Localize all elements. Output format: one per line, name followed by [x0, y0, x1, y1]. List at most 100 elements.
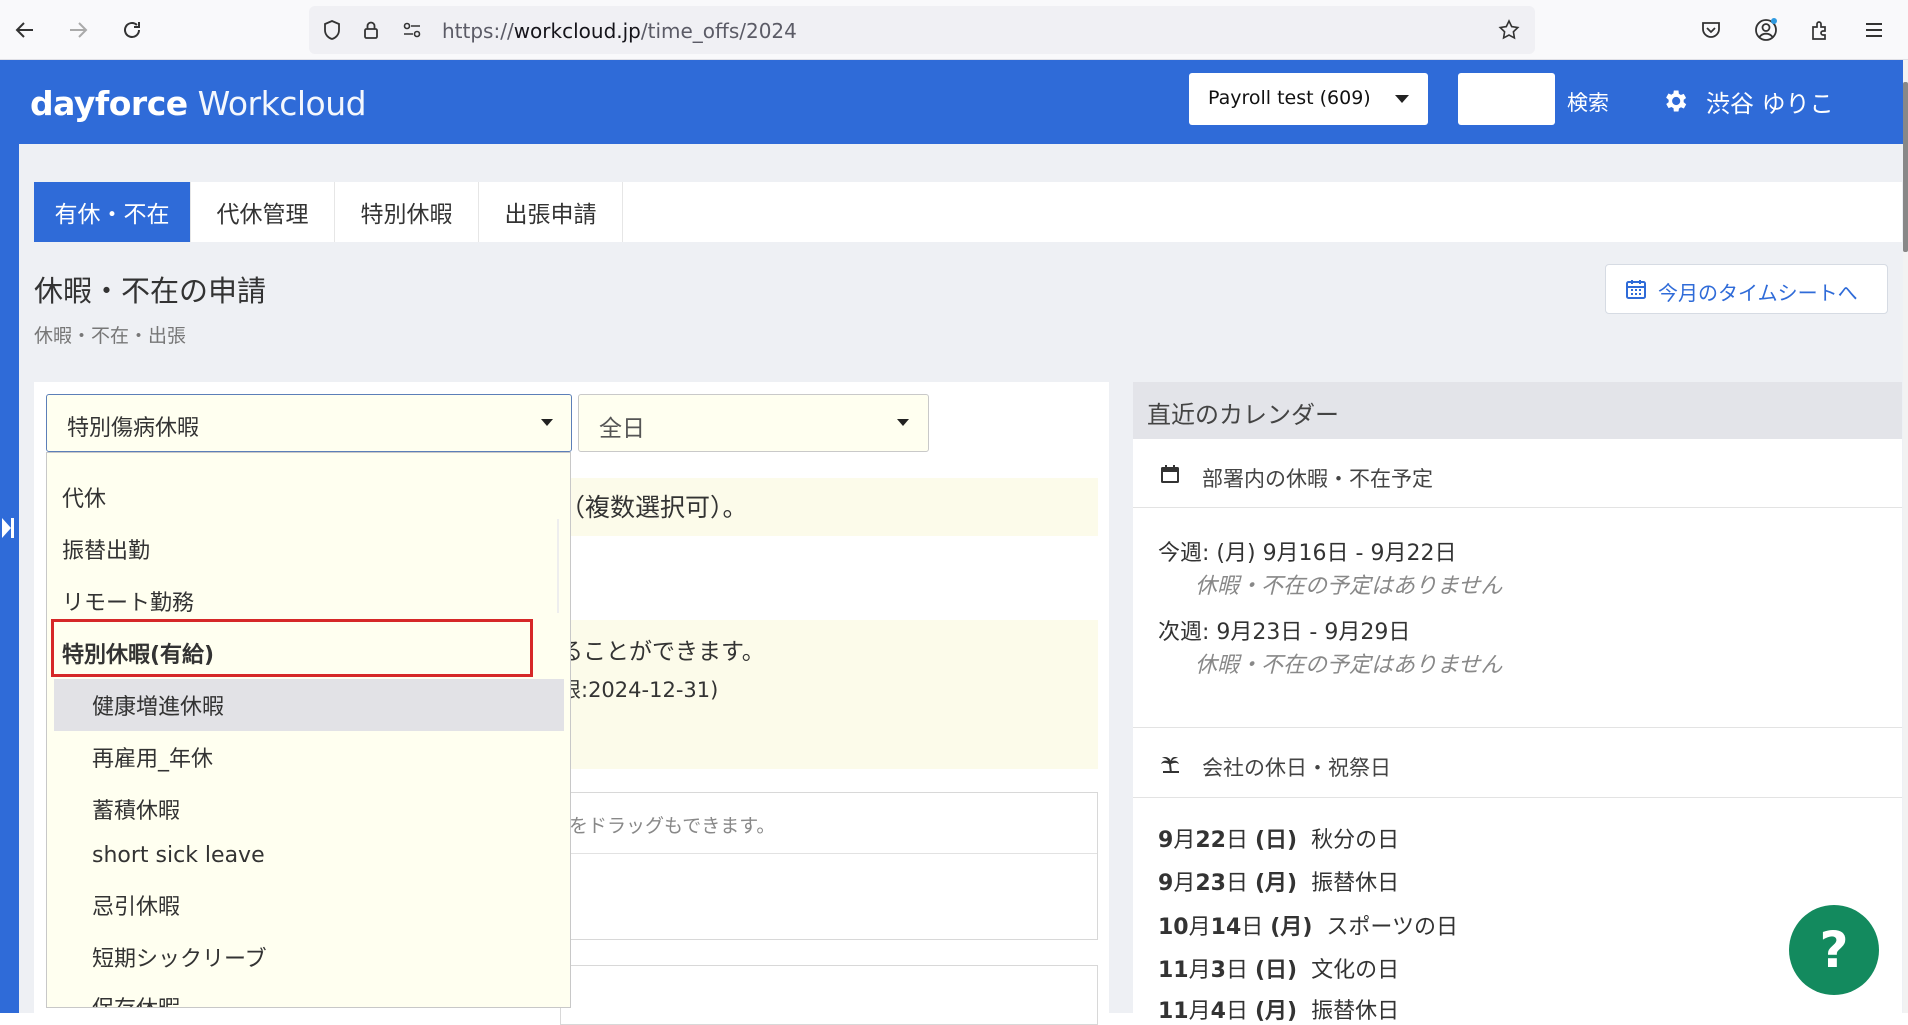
company-select-value: Payroll test (609) — [1208, 87, 1371, 109]
company-select[interactable]: Payroll test (609) — [1189, 73, 1428, 125]
help-question-icon: ? — [1819, 921, 1849, 979]
caret-down-icon — [897, 419, 909, 426]
holiday-day: 14 — [1210, 915, 1242, 940]
permissions-icon[interactable] — [400, 18, 424, 42]
tab-business-trip[interactable]: 出張申請 — [479, 182, 623, 242]
holiday-weekday: 月 — [1265, 871, 1288, 896]
this-week-range: 今週: (月) 9月16日 - 9月22日 — [1158, 541, 1457, 566]
breadcrumb: 休暇・不在・出張 — [34, 325, 187, 347]
tab-special-leave[interactable]: 特別休暇 — [335, 182, 479, 242]
tab-paid-leave[interactable]: 有休・不在 — [34, 182, 191, 242]
lock-icon[interactable] — [359, 18, 383, 42]
timesheet-button-label: 今月のタイムシートへ — [1658, 281, 1858, 305]
search-input[interactable] — [1458, 73, 1555, 125]
user-name[interactable]: 渋谷 ゆりこ — [1706, 84, 1834, 119]
holiday-weekday: 日 — [1265, 958, 1288, 983]
day-type-value: 全日 — [599, 416, 645, 442]
calendar-panel-header: 直近のカレンダー — [1133, 382, 1902, 439]
holiday-month: 9 — [1158, 871, 1174, 896]
next-week-range: 次週: 9月23日 - 9月29日 — [1158, 620, 1411, 645]
section-divider — [1133, 507, 1902, 508]
holiday-day: 4 — [1210, 999, 1226, 1024]
dropdown-item-label: 代休 — [62, 487, 107, 512]
dropdown-scrollbar[interactable] — [557, 519, 559, 613]
day-type-select[interactable]: 全日 — [578, 394, 929, 452]
drop-area-divider — [561, 853, 1097, 854]
logo-bold-text: dayforce — [30, 84, 188, 123]
calendar-panel-title: 直近のカレンダー — [1147, 401, 1339, 429]
forward-arrow-icon[interactable] — [62, 14, 94, 46]
holiday-month: 11 — [1158, 958, 1189, 983]
section-divider — [1133, 727, 1902, 728]
section-divider — [1133, 797, 1902, 798]
drop-hint-text: をドラッグもできます。 — [569, 815, 776, 837]
leave-type-dropdown[interactable]: 代休 振替出勤 リモート勤務 特別休暇(有給) 健康増進休暇 再雇用_年休 蓄積… — [46, 452, 571, 1008]
holiday-name: スポーツの日 — [1326, 915, 1458, 940]
dropdown-item-label: 保存休暇 — [92, 991, 180, 1007]
multi-select-note-text: （複数選択可）。 — [560, 493, 748, 522]
leave-type-value: 特別傷病休暇 — [67, 416, 200, 441]
dayforce-logo[interactable]: dayforce Workcloud — [30, 84, 367, 123]
holiday-day: 3 — [1210, 958, 1226, 983]
holiday-day: 22 — [1195, 828, 1226, 853]
extensions-icon[interactable] — [1804, 14, 1836, 46]
url-host: workcloud.jp — [513, 19, 641, 43]
next-week-empty: 休暇・不在の予定はありません — [1195, 653, 1503, 678]
holiday-name: 秋分の日 — [1311, 828, 1400, 853]
dropdown-item-label: 忌引休暇 — [92, 895, 181, 920]
url-bar[interactable]: https://workcloud.jp/time_offs/2024 — [309, 6, 1535, 54]
bookmark-star-icon[interactable] — [1497, 18, 1521, 42]
reload-icon[interactable] — [116, 14, 148, 46]
gear-icon[interactable] — [1661, 87, 1689, 115]
tab-bar: 有休・不在 代休管理 特別休暇 出張申請 — [34, 182, 1902, 242]
holiday-name: 振替休日 — [1311, 999, 1400, 1024]
app-header: dayforce Workcloud — [0, 60, 1908, 144]
sidebar-expand-icon[interactable] — [0, 512, 16, 544]
calendar-icon — [1626, 280, 1646, 299]
holiday-month: 10 — [1158, 915, 1189, 940]
help-button[interactable]: ? — [1789, 905, 1879, 995]
holiday-row: 9月22日 (日) 秋分の日 — [1158, 828, 1400, 853]
account-icon[interactable] — [1750, 14, 1782, 46]
logo-light-text: Workcloud — [187, 84, 367, 123]
holiday-name: 文化の日 — [1311, 958, 1400, 983]
timesheet-button[interactable]: 今月のタイムシートへ — [1605, 264, 1888, 314]
leave-type-select[interactable]: 特別傷病休暇 — [46, 394, 572, 452]
holiday-name: 振替休日 — [1311, 871, 1400, 896]
holiday-row: 11月3日 (日) 文化の日 — [1158, 958, 1400, 983]
dropdown-item-label: 振替出勤 — [62, 539, 151, 564]
hamburger-menu-icon[interactable] — [1858, 14, 1890, 46]
holiday-weekday: 日 — [1265, 828, 1288, 853]
back-arrow-icon[interactable] — [9, 14, 41, 46]
holiday-row: 11月4日 (月) 振替休日 — [1158, 999, 1400, 1024]
left-sidebar-strip — [0, 144, 19, 1013]
shield-icon[interactable] — [320, 18, 344, 42]
this-week-empty: 休暇・不在の予定はありません — [1195, 574, 1503, 599]
url-path: /time_offs/2024 — [640, 19, 797, 43]
page-title: 休暇・不在の申請 — [34, 274, 267, 308]
caret-down-icon — [541, 419, 553, 426]
calendar-icon — [1161, 465, 1179, 483]
holiday-month: 11 — [1158, 999, 1189, 1024]
balance-note-footer — [560, 732, 1098, 769]
url-prefix: https:// — [442, 19, 514, 43]
page-scrollbar-thumb[interactable] — [1903, 82, 1908, 252]
tab-comp-leave[interactable]: 代休管理 — [191, 182, 335, 242]
highlight-box — [51, 619, 533, 677]
multi-select-note: （複数選択可）。 — [560, 478, 1098, 536]
dropdown-item-label: リモート勤務 — [62, 591, 195, 616]
holiday-weekday: 月 — [1265, 999, 1288, 1024]
url-text[interactable]: https://workcloud.jp/time_offs/2024 — [442, 19, 797, 43]
holiday-month: 9 — [1158, 828, 1174, 853]
dept-schedule-title: 部署内の休暇・不在予定 — [1202, 467, 1433, 491]
balance-note-text: ることができます。 — [560, 639, 765, 665]
dropdown-item-label: 短期シックリーブ — [92, 947, 267, 972]
pocket-icon[interactable] — [1695, 14, 1727, 46]
browser-toolbar: https://workcloud.jp/time_offs/2024 — [0, 0, 1908, 60]
palm-tree-icon — [1161, 757, 1179, 773]
comment-box[interactable] — [560, 965, 1098, 1025]
search-button[interactable]: 検索 — [1567, 87, 1609, 117]
dropdown-item-label: 蓄積休暇 — [92, 799, 181, 824]
holiday-row: 9月23日 (月) 振替休日 — [1158, 871, 1400, 896]
file-drop-area[interactable]: をドラッグもできます。 — [560, 792, 1098, 940]
